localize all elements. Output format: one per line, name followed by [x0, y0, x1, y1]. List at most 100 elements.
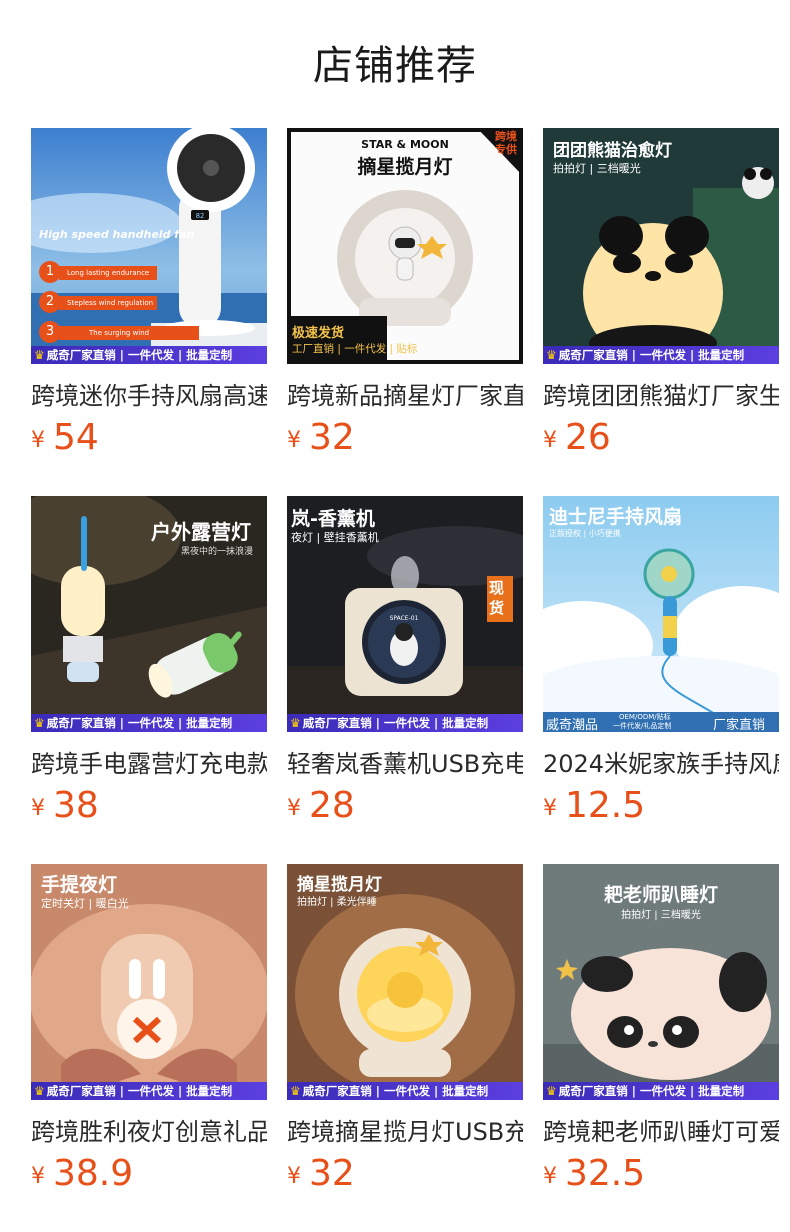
image-headline: 迪士尼手持风扇: [549, 506, 683, 528]
price-amount: 28: [309, 785, 355, 826]
product-name[interactable]: 跨境新品摘星灯厂家直: [287, 380, 523, 412]
crown-icon: ♛: [34, 716, 45, 730]
crown-icon: ♛: [546, 348, 557, 362]
product-name[interactable]: 2024米妮家族手持风扇: [543, 748, 779, 780]
feature-number: 1: [39, 261, 61, 283]
product-price: ¥32: [287, 1154, 355, 1194]
promo-banner: ♛ 威奇厂家直销 | 一件代发 | 批量定制: [287, 1082, 523, 1100]
currency-symbol: ¥: [287, 796, 301, 821]
feature-label: The surging wind: [59, 326, 199, 340]
product-price: ¥28: [287, 786, 355, 826]
promo-banner-text: 威奇厂家直销 | 一件代发 | 批量定制: [46, 348, 233, 362]
currency-symbol: ¥: [31, 1164, 45, 1189]
crown-icon: ♛: [290, 1084, 301, 1098]
currency-symbol: ¥: [31, 796, 45, 821]
product-image[interactable]: 耙老师趴睡灯 拍拍灯 | 三档暖光 ♛ 威奇厂家直销 | 一件代发 | 批量定制: [543, 864, 779, 1100]
currency-symbol: ¥: [543, 796, 557, 821]
image-footer-service: OEM/ODM/贴标: [619, 713, 671, 721]
price-amount: 26: [565, 417, 611, 458]
price-amount: 54: [53, 417, 99, 458]
image-corner-tag: 跨境专供: [495, 130, 517, 156]
product-price: ¥54: [31, 418, 99, 458]
product-name[interactable]: 轻奢岚香薰机USB充电: [287, 748, 523, 780]
promo-banner-text: 威奇厂家直销 | 一件代发 | 批量定制: [558, 348, 745, 362]
promo-banner-text: 威奇厂家直销 | 一件代发 | 批量定制: [302, 716, 489, 730]
crown-icon: ♛: [34, 348, 45, 362]
crown-icon: ♛: [290, 716, 301, 730]
image-headline: 岚-香薰机: [291, 508, 375, 530]
currency-symbol: ¥: [31, 428, 45, 453]
product-name[interactable]: 跨境胜利夜灯创意礼品: [31, 1116, 267, 1148]
feature-number: 3: [39, 321, 61, 343]
image-headline: 户外露营灯: [151, 520, 251, 544]
stock-badge: 现货: [489, 579, 505, 617]
crown-icon: ♛: [34, 1084, 45, 1098]
product-image[interactable]: 团团熊猫治愈灯 拍拍灯 | 三档暖光 ♛ 威奇厂家直销 | 一件代发 | 批量定制: [543, 128, 779, 364]
image-subheadline: 正版授权 | 小巧便携: [549, 529, 621, 538]
image-subheadline: 夜灯 | 壁挂香薰机: [291, 531, 379, 544]
promo-banner-text: 威奇厂家直销 | 一件代发 | 批量定制: [558, 1084, 745, 1098]
image-headline: 摘星揽月灯: [357, 156, 453, 178]
product-name[interactable]: 跨境迷你手持风扇高速: [31, 380, 267, 412]
image-tag: 极速发货: [292, 326, 345, 341]
promo-banner: ♛ 威奇厂家直销 | 一件代发 | 批量定制: [31, 346, 267, 364]
image-tag-sub: 工厂直销 | 一件代发 | 贴标: [292, 343, 418, 355]
image-footer-brand: 威奇潮品: [546, 718, 599, 732]
page-title: 店铺推荐: [313, 43, 477, 89]
product-image[interactable]: STAR & MOON 摘星揽月灯 跨境专供 极速发货 工厂直销 | 一件代发 …: [287, 128, 523, 364]
product-image[interactable]: 手提夜灯 定时关灯 | 暖白光 ♛ 威奇厂家直销 | 一件代发 | 批量定制: [31, 864, 267, 1100]
image-headline: High speed handheld fan: [39, 228, 195, 241]
product-name[interactable]: 跨境手电露营灯充电款: [31, 748, 267, 780]
product-name[interactable]: 跨境团团熊猫灯厂家生: [543, 380, 779, 412]
image-headline: 团团熊猫治愈灯: [553, 141, 672, 161]
image-footer-direct: 厂家直销: [713, 718, 766, 732]
image-subheadline: 拍拍灯 | 柔光伴睡: [297, 897, 377, 908]
price-amount: 12.5: [565, 785, 646, 826]
image-headline: 耙老师趴睡灯: [603, 884, 718, 906]
promo-banner: ♛ 威奇厂家直销 | 一件代发 | 批量定制: [31, 1082, 267, 1100]
product-price: ¥38: [31, 786, 99, 826]
promo-banner-text: 威奇厂家直销 | 一件代发 | 批量定制: [46, 1084, 233, 1098]
image-headline: 手提夜灯: [41, 874, 118, 896]
product-name[interactable]: 跨境耙老师趴睡灯可爱: [543, 1116, 779, 1148]
product-price: ¥32.5: [543, 1154, 645, 1194]
image-footer-service: 一件代发/礼品定制: [613, 722, 672, 730]
image-subheadline: 黑夜中的一抹浪漫: [181, 547, 254, 557]
image-subheadline: 定时关灯 | 暖白光: [41, 897, 129, 910]
price-amount: 32: [309, 417, 355, 458]
price-amount: 32.5: [565, 1153, 646, 1194]
price-amount: 32: [309, 1153, 355, 1194]
promo-banner-text: 威奇厂家直销 | 一件代发 | 批量定制: [302, 1084, 489, 1098]
feature-number: 2: [39, 291, 61, 313]
product-image[interactable]: SPACE-01 岚-香薰机 夜灯 | 壁挂香薰机 现货 ♛ 威奇厂家直销 | 一…: [287, 496, 523, 732]
promo-banner: ♛ 威奇厂家直销 | 一件代发 | 批量定制: [543, 1082, 779, 1100]
product-image[interactable]: 户外露营灯 黑夜中的一抹浪漫 ♛ 威奇厂家直销 | 一件代发 | 批量定制: [31, 496, 267, 732]
feature-label: Stepless wind regulation: [59, 296, 157, 310]
currency-symbol: ¥: [287, 1164, 301, 1189]
currency-symbol: ¥: [543, 428, 557, 453]
fan-display-text: 82: [196, 212, 204, 220]
product-image[interactable]: 82 High speed handheld fan 1 Long lastin…: [31, 128, 267, 364]
crown-icon: ♛: [546, 1084, 557, 1098]
promo-banner: ♛ 威奇厂家直销 | 一件代发 | 批量定制: [543, 346, 779, 364]
feature-label: Long lasting endurance: [59, 266, 157, 280]
currency-symbol: ¥: [287, 428, 301, 453]
image-subheadline: 拍拍灯 | 三档暖光: [553, 162, 641, 175]
product-price: ¥12.5: [543, 786, 645, 826]
product-price: ¥38.9: [31, 1154, 133, 1194]
image-headline: 摘星揽月灯: [297, 875, 382, 895]
device-label-text: SPACE-01: [390, 615, 419, 622]
product-image[interactable]: 迪士尼手持风扇 正版授权 | 小巧便携 威奇潮品 OEM/ODM/贴标 一件代发…: [543, 496, 779, 732]
promo-banner: ♛ 威奇厂家直销 | 一件代发 | 批量定制: [31, 714, 267, 732]
promo-banner: ♛ 威奇厂家直销 | 一件代发 | 批量定制: [287, 714, 523, 732]
product-price: ¥32: [287, 418, 355, 458]
price-amount: 38.9: [53, 1153, 134, 1194]
image-subheadline: 拍拍灯 | 三档暖光: [621, 910, 701, 921]
image-brand: STAR & MOON: [361, 138, 449, 151]
price-amount: 38: [53, 785, 99, 826]
product-price: ¥26: [543, 418, 611, 458]
promo-banner-text: 威奇厂家直销 | 一件代发 | 批量定制: [46, 716, 233, 730]
product-name[interactable]: 跨境摘星揽月灯USB充: [287, 1116, 523, 1148]
product-image[interactable]: 摘星揽月灯 拍拍灯 | 柔光伴睡 ♛ 威奇厂家直销 | 一件代发 | 批量定制: [287, 864, 523, 1100]
currency-symbol: ¥: [543, 1164, 557, 1189]
